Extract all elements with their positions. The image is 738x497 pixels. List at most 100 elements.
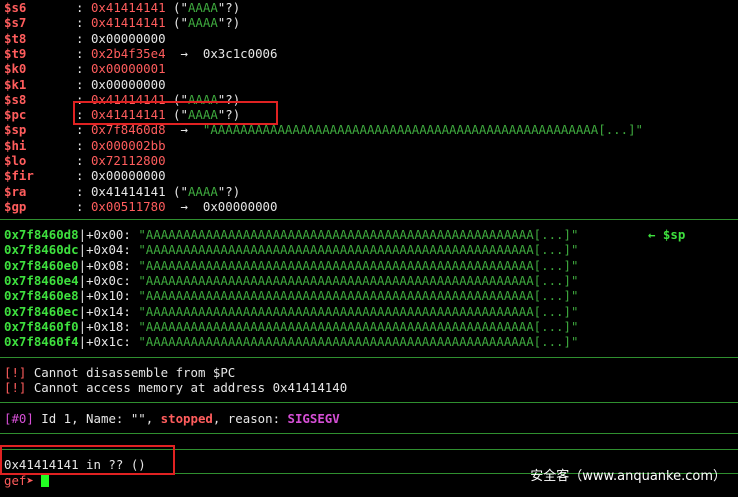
stack-offset: +0x08: bbox=[86, 257, 131, 273]
stack-offset: +0x00: bbox=[86, 227, 131, 242]
stack-offset: +0x1c: bbox=[86, 334, 131, 350]
stack-address: 0x7f8460e8 bbox=[4, 288, 79, 304]
stack-address: 0x7f8460dc bbox=[4, 242, 79, 258]
stack-divider: | bbox=[78, 227, 87, 242]
register-value: 0x000002bb bbox=[90, 137, 166, 153]
register-target: 0x00000000 bbox=[202, 198, 278, 214]
stack-divider: | bbox=[78, 303, 87, 319]
stack-row: 0x7f8460f0|+0x18: "AAAAAAAAAAAAAAAAAAAAA… bbox=[4, 319, 578, 334]
stack-address: 0x7f8460f4 bbox=[4, 334, 79, 350]
register-paren-open: (" bbox=[165, 0, 188, 15]
register-ascii: AAAA bbox=[187, 183, 218, 199]
separator-code-threads bbox=[0, 402, 738, 403]
stack-offset: +0x0c: bbox=[86, 272, 131, 288]
register-name: $sp bbox=[4, 122, 27, 138]
thread-state: stopped bbox=[160, 411, 213, 426]
stack-address: 0x7f8460e4 bbox=[4, 272, 79, 288]
error-tag: [!] bbox=[4, 380, 27, 395]
register-name: $t9 bbox=[4, 45, 27, 61]
register-row: $hi: 0x000002bb bbox=[4, 138, 166, 153]
stack-address: 0x7f8460e0 bbox=[4, 257, 79, 273]
text-cursor[interactable] bbox=[41, 474, 50, 487]
separator-stack-code bbox=[0, 357, 738, 358]
stack-row: 0x7f8460f4|+0x1c: "AAAAAAAAAAAAAAAAAAAAA… bbox=[4, 334, 578, 349]
separator-threads-trace bbox=[0, 433, 738, 434]
register-name: $fir bbox=[4, 168, 34, 184]
stack-row: 0x7f8460dc|+0x04: "AAAAAAAAAAAAAAAAAAAAA… bbox=[4, 242, 578, 257]
register-name: $lo bbox=[4, 153, 27, 168]
stack-row: 0x7f8460e4|+0x0c: "AAAAAAAAAAAAAAAAAAAAA… bbox=[4, 273, 578, 288]
arrow-icon: → bbox=[165, 198, 203, 214]
register-paren-close: "?) bbox=[217, 183, 241, 199]
register-value: 0x00000000 bbox=[90, 168, 166, 184]
register-row: $s7: 0x41414141 ("AAAA"?) bbox=[4, 15, 240, 30]
thread-line: [#0] Id 1, Name: "", stopped, reason: SI… bbox=[4, 411, 340, 426]
pc-highlight-box bbox=[73, 101, 278, 125]
register-row: $lo: 0x72112800 bbox=[4, 153, 166, 168]
register-row: $s6: 0x41414141 ("AAAA"?) bbox=[4, 0, 240, 15]
watermark-text: 安全客（www.anquanke.com） bbox=[530, 469, 726, 484]
stack-value: "AAAAAAAAAAAAAAAAAAAAAAAAAAAAAAAAAAAAAAA… bbox=[138, 272, 579, 288]
register-value: 0x2b4f35e4 bbox=[90, 45, 166, 61]
prompt-label: gef➤ bbox=[4, 473, 42, 488]
sp-marker: ← $sp bbox=[648, 227, 686, 242]
crash-frame-highlight-box bbox=[0, 445, 175, 475]
register-value: 0x41414141 bbox=[90, 183, 166, 199]
register-value: 0x00000000 bbox=[90, 76, 166, 92]
arrow-icon: → bbox=[165, 45, 203, 61]
stack-value: "AAAAAAAAAAAAAAAAAAAAAAAAAAAAAAAAAAAAAAA… bbox=[138, 257, 579, 273]
register-name: $ra bbox=[4, 183, 27, 199]
register-row: $t9: 0x2b4f35e4 → 0x3c1c0006 bbox=[4, 46, 277, 61]
register-paren-close: "?) bbox=[217, 15, 241, 31]
register-name: $s6 bbox=[4, 0, 27, 15]
stack-divider: | bbox=[78, 257, 87, 273]
register-name: $k0 bbox=[4, 61, 27, 77]
register-value: 0x41414141 bbox=[90, 15, 166, 31]
stack-value: "AAAAAAAAAAAAAAAAAAAAAAAAAAAAAAAAAAAAAAA… bbox=[138, 334, 579, 350]
stack-divider: | bbox=[78, 288, 87, 304]
register-ascii: AAAA bbox=[187, 0, 218, 15]
register-row: $k1: 0x00000000 bbox=[4, 77, 166, 92]
register-paren-open: (" bbox=[165, 15, 188, 31]
register-name: $t8 bbox=[4, 30, 27, 46]
gef-prompt[interactable]: gef➤ bbox=[4, 473, 50, 488]
register-name: $gp bbox=[4, 198, 27, 214]
stack-offset: +0x14: bbox=[86, 303, 131, 319]
register-value: 0x41414141 bbox=[90, 0, 166, 15]
error-text: Cannot access memory at address 0x414141… bbox=[26, 380, 348, 395]
register-name: $pc bbox=[4, 107, 27, 123]
register-paren-close: "?) bbox=[217, 0, 241, 15]
stack-divider: | bbox=[78, 242, 87, 258]
thread-reason: SIGSEGV bbox=[287, 411, 340, 426]
register-row: $ra: 0x41414141 ("AAAA"?) bbox=[4, 184, 240, 199]
stack-address: 0x7f8460ec bbox=[4, 303, 79, 319]
stack-row: 0x7f8460ec|+0x14: "AAAAAAAAAAAAAAAAAAAAA… bbox=[4, 304, 578, 319]
error-tag: [!] bbox=[4, 365, 27, 380]
stack-value: "AAAAAAAAAAAAAAAAAAAAAAAAAAAAAAAAAAAAAAA… bbox=[138, 288, 579, 304]
register-name: $hi bbox=[4, 137, 27, 153]
stack-value: "AAAAAAAAAAAAAAAAAAAAAAAAAAAAAAAAAAAAAAA… bbox=[138, 242, 579, 258]
register-target: 0x3c1c0006 bbox=[202, 45, 278, 61]
thread-id-tag: [#0] bbox=[4, 411, 34, 426]
stack-row: 0x7f8460e8|+0x10: "AAAAAAAAAAAAAAAAAAAAA… bbox=[4, 288, 578, 303]
stack-offset: +0x04: bbox=[86, 242, 131, 258]
error-line-1: [!] Cannot disassemble from $PC bbox=[4, 365, 235, 380]
error-text: Cannot disassemble from $PC bbox=[26, 365, 236, 380]
stack-divider: | bbox=[78, 272, 87, 288]
register-row: $gp: 0x00511780 → 0x00000000 bbox=[4, 199, 277, 214]
register-value: 0x00000000 bbox=[90, 30, 166, 46]
register-row: $t8: 0x00000000 bbox=[4, 31, 166, 46]
register-name: $s8 bbox=[4, 91, 27, 107]
stack-divider: | bbox=[78, 334, 87, 350]
error-line-2: [!] Cannot access memory at address 0x41… bbox=[4, 380, 347, 395]
